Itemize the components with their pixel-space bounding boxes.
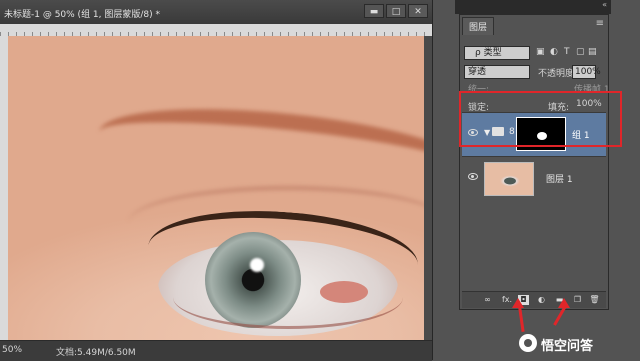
trash-icon[interactable]: 🗑 bbox=[589, 295, 600, 305]
vertical-ruler bbox=[0, 36, 8, 340]
blend-mode-select[interactable]: 穿透 bbox=[464, 65, 530, 79]
image-canvas[interactable] bbox=[8, 36, 424, 340]
document-window: 未标题-1 @ 50% (组 1, 图层蒙版/8) * ▬ □ ✕ 50% 文档… bbox=[0, 0, 433, 361]
watermark-text: 悟空问答 bbox=[541, 339, 594, 354]
adjustment-icon[interactable]: ◐ bbox=[536, 295, 547, 305]
opacity-input[interactable]: 100% bbox=[572, 65, 601, 79]
filter-kind-select[interactable]: ρ 类型 bbox=[464, 46, 530, 60]
zoom-level[interactable]: 50% bbox=[2, 345, 22, 355]
type-filter-icon[interactable]: T bbox=[564, 48, 573, 57]
visibility-eye-icon[interactable] bbox=[468, 173, 478, 180]
layer-name[interactable]: 图层 1 bbox=[546, 172, 573, 185]
minimize-button[interactable]: ▬ bbox=[364, 4, 384, 18]
document-titlebar[interactable]: 未标题-1 @ 50% (组 1, 图层蒙版/8) * ▬ □ ✕ bbox=[0, 0, 432, 25]
document-size: 文档:5.49M/6.50M bbox=[56, 348, 136, 358]
layer-thumbnail[interactable] bbox=[484, 162, 534, 196]
arrow-head-icon bbox=[512, 298, 524, 308]
lower-eyelid bbox=[173, 266, 403, 329]
adjustment-filter-icon[interactable]: ◐ bbox=[550, 48, 559, 57]
highlight-rectangle bbox=[459, 91, 622, 147]
new-layer-icon[interactable]: ❐ bbox=[572, 295, 583, 305]
restore-button[interactable]: □ bbox=[386, 4, 406, 18]
smart-object-filter-icon[interactable]: ▤ bbox=[588, 48, 597, 57]
collapse-panel-icon[interactable]: « bbox=[602, 0, 607, 9]
pixel-filter-icon[interactable]: ▣ bbox=[536, 48, 545, 57]
layer-filter-row: ρ 类型 ▣ ◐ T ▢ ▤ bbox=[464, 46, 604, 62]
close-button[interactable]: ✕ bbox=[408, 4, 428, 18]
panel-menu-icon[interactable]: ≡ bbox=[596, 18, 604, 29]
panel-dock-strip: « bbox=[455, 0, 611, 14]
tab-layers[interactable]: 图层 bbox=[462, 17, 495, 35]
link-icon[interactable]: ∞ bbox=[482, 295, 493, 305]
layers-panel: 图层 ≡ ρ 类型 ▣ ◐ T ▢ ▤ 穿透 不透明度: 100% 统一: 传播… bbox=[459, 14, 610, 310]
shape-filter-icon[interactable]: ▢ bbox=[576, 48, 585, 57]
status-bar: 50% 文档:5.49M/6.50M bbox=[0, 340, 432, 361]
wukong-logo-icon bbox=[519, 334, 537, 352]
arrow-head-icon bbox=[558, 298, 570, 308]
layer-row-layer-1[interactable]: 图层 1 bbox=[462, 156, 606, 200]
layers-panel-footer: ∞ fx. ◘ ◐ ▬ ❐ 🗑 bbox=[462, 291, 606, 308]
document-title: 未标题-1 @ 50% (组 1, 图层蒙版/8) * bbox=[4, 10, 161, 20]
vertical-scrollbar[interactable] bbox=[424, 36, 432, 340]
horizontal-ruler bbox=[0, 24, 432, 36]
